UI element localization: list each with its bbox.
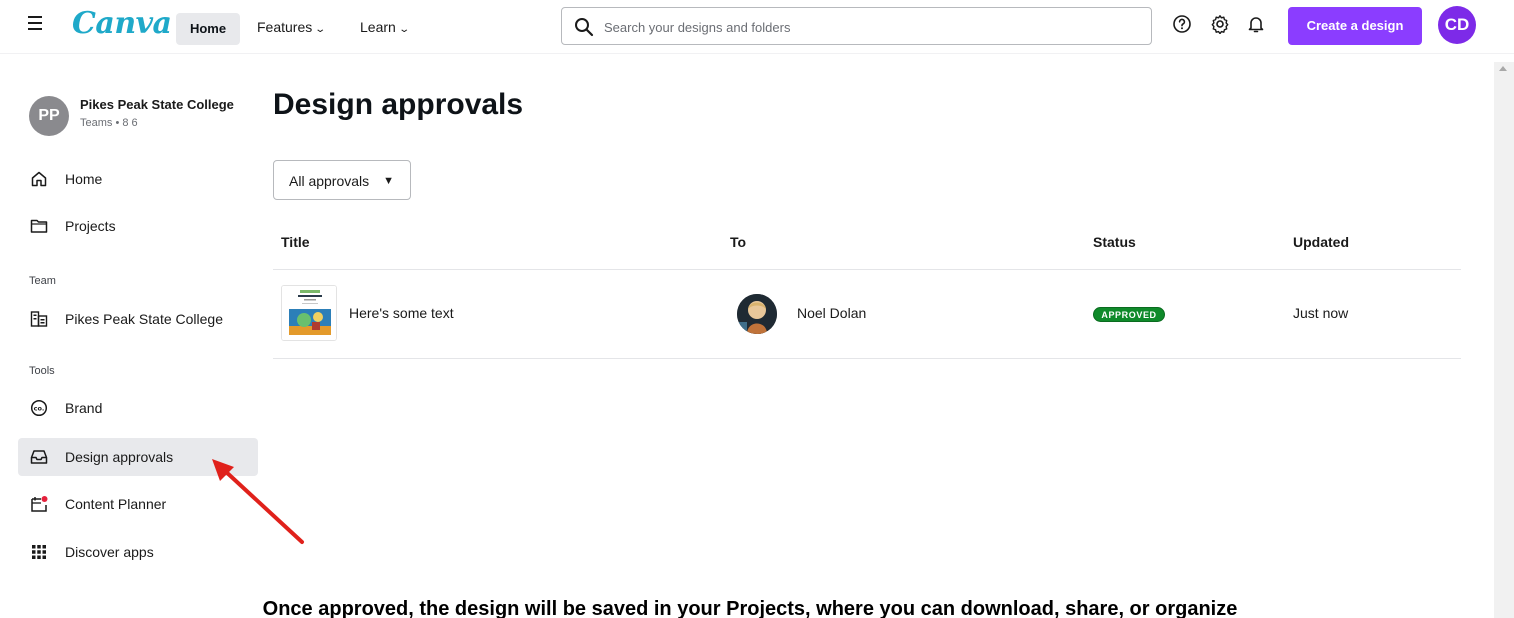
brand-icon: co. bbox=[30, 399, 48, 417]
column-header-title: Title bbox=[281, 234, 310, 250]
section-heading-tools: Tools bbox=[29, 365, 55, 377]
sidebar-item-label: Home bbox=[65, 171, 103, 187]
table-divider bbox=[273, 269, 1461, 270]
status-badge: APPROVED bbox=[1093, 307, 1165, 322]
calendar-icon bbox=[31, 496, 48, 512]
chevron-down-icon: ⌄ bbox=[314, 24, 327, 35]
column-header-status: Status bbox=[1093, 234, 1136, 250]
canva-logo[interactable]: Canva bbox=[72, 6, 172, 41]
search-input[interactable] bbox=[604, 17, 1124, 37]
bell-icon[interactable] bbox=[1246, 14, 1266, 34]
user-avatar[interactable]: CD bbox=[1438, 6, 1476, 44]
recipient-avatar bbox=[737, 294, 777, 334]
design-title[interactable]: Here's some text bbox=[349, 305, 454, 321]
sidebar-item-team[interactable]: Pikes Peak State College bbox=[18, 300, 258, 338]
sidebar-item-label: Projects bbox=[65, 218, 116, 234]
search-icon bbox=[575, 18, 594, 37]
top-navigation-bar: Canva Home Features⌄ Learn⌄ Create a des… bbox=[0, 0, 1514, 54]
updated-time: Just now bbox=[1293, 305, 1349, 321]
folder-icon bbox=[30, 219, 48, 233]
page-title: Design approvals bbox=[273, 88, 524, 121]
nav-features-menu[interactable]: Features ⌄ bbox=[257, 19, 327, 35]
sidebar-item-label: Discover apps bbox=[65, 544, 154, 560]
sidebar-item-home[interactable]: Home bbox=[18, 160, 258, 198]
sidebar-item-projects[interactable]: Projects bbox=[18, 207, 258, 245]
sidebar-item-label: Design approvals bbox=[65, 449, 174, 465]
annotation-arrow-icon bbox=[212, 459, 304, 544]
section-heading-team: Team bbox=[29, 275, 56, 287]
nav-learn-menu[interactable]: Learn ⌄ bbox=[360, 19, 410, 35]
recipient-name: Noel Dolan bbox=[797, 305, 867, 321]
tutorial-caption: Once approved, the design will be saved … bbox=[262, 598, 1238, 618]
help-icon[interactable] bbox=[1172, 14, 1192, 34]
column-header-updated: Updated bbox=[1293, 234, 1349, 250]
nav-features-label: Features bbox=[257, 19, 313, 35]
table-divider bbox=[273, 358, 1461, 359]
sidebar-item-label: Pikes Peak State College bbox=[65, 311, 223, 327]
gear-icon[interactable] bbox=[1210, 14, 1230, 34]
chevron-down-icon: ⌄ bbox=[398, 24, 410, 35]
apps-grid-icon bbox=[32, 545, 46, 559]
hamburger-menu-icon[interactable] bbox=[28, 16, 42, 30]
team-building-icon bbox=[30, 311, 48, 327]
create-design-button[interactable]: Create a design bbox=[1288, 7, 1422, 45]
column-header-to: To bbox=[730, 234, 747, 250]
search-bar[interactable] bbox=[561, 7, 1152, 45]
svg-text:co.: co. bbox=[34, 405, 45, 413]
design-thumbnail-image bbox=[282, 286, 336, 340]
sidebar-item-brand[interactable]: co. Brand bbox=[18, 389, 258, 427]
team-avatar[interactable]: PP bbox=[29, 96, 69, 136]
nav-learn-label: Learn bbox=[360, 19, 396, 35]
sidebar-item-label: Content Planner bbox=[65, 496, 167, 512]
nav-home-button[interactable]: Home bbox=[176, 13, 240, 45]
sidebar-item-label: Brand bbox=[65, 400, 103, 416]
scroll-up-arrow-icon[interactable] bbox=[1499, 66, 1507, 71]
inbox-tray-icon bbox=[30, 450, 48, 464]
filter-selected-label: All approvals bbox=[289, 173, 370, 189]
team-meta: Teams • 8 6 bbox=[80, 117, 138, 129]
team-name[interactable]: Pikes Peak State College bbox=[80, 97, 234, 112]
approvals-filter-dropdown[interactable]: All approvals ▼ bbox=[273, 160, 411, 200]
design-thumbnail[interactable] bbox=[281, 285, 337, 341]
scrollbar[interactable] bbox=[1494, 62, 1514, 618]
home-icon bbox=[31, 171, 47, 187]
chevron-down-icon: ▼ bbox=[383, 175, 394, 187]
